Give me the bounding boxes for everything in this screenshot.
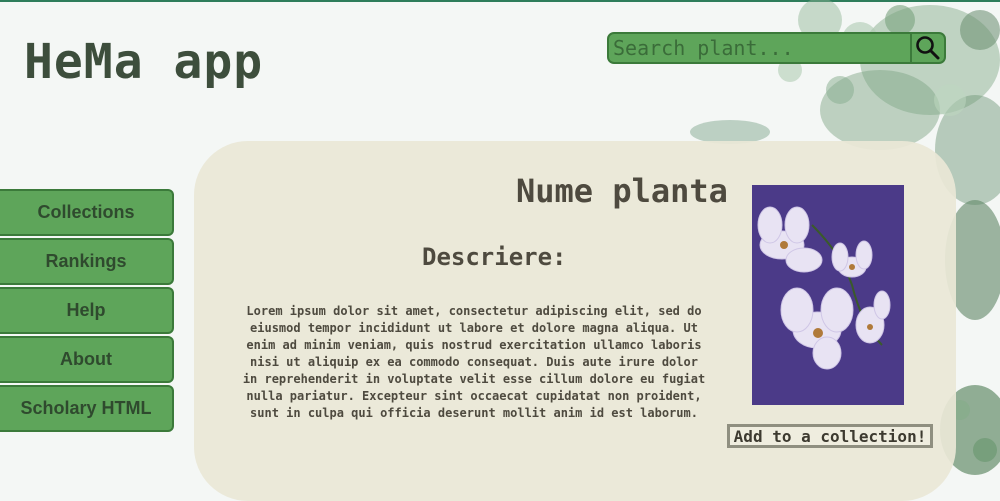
plant-image [752,185,904,405]
search-button[interactable] [910,34,944,62]
description-heading: Descriere: [422,243,567,271]
app-title: HeMa app [24,34,264,90]
sidebar-item-scholary-html[interactable]: Scholary HTML [0,385,174,432]
search-icon [916,36,940,60]
sidebar-item-collections[interactable]: Collections [0,189,174,236]
plant-name: Nume planta [516,172,728,210]
sidebar-menu: Collections Rankings Help About Scholary… [0,189,174,434]
sidebar-item-about[interactable]: About [0,336,174,383]
sidebar-item-rankings[interactable]: Rankings [0,238,174,285]
plant-description: Lorem ipsum dolor sit amet, consectetur … [242,304,706,420]
sidebar-item-help[interactable]: Help [0,287,174,334]
search-input[interactable] [609,34,910,62]
search-bar [607,32,946,64]
orchid-illustration [752,185,904,405]
add-to-collection-button[interactable]: Add to a collection! [727,424,933,448]
